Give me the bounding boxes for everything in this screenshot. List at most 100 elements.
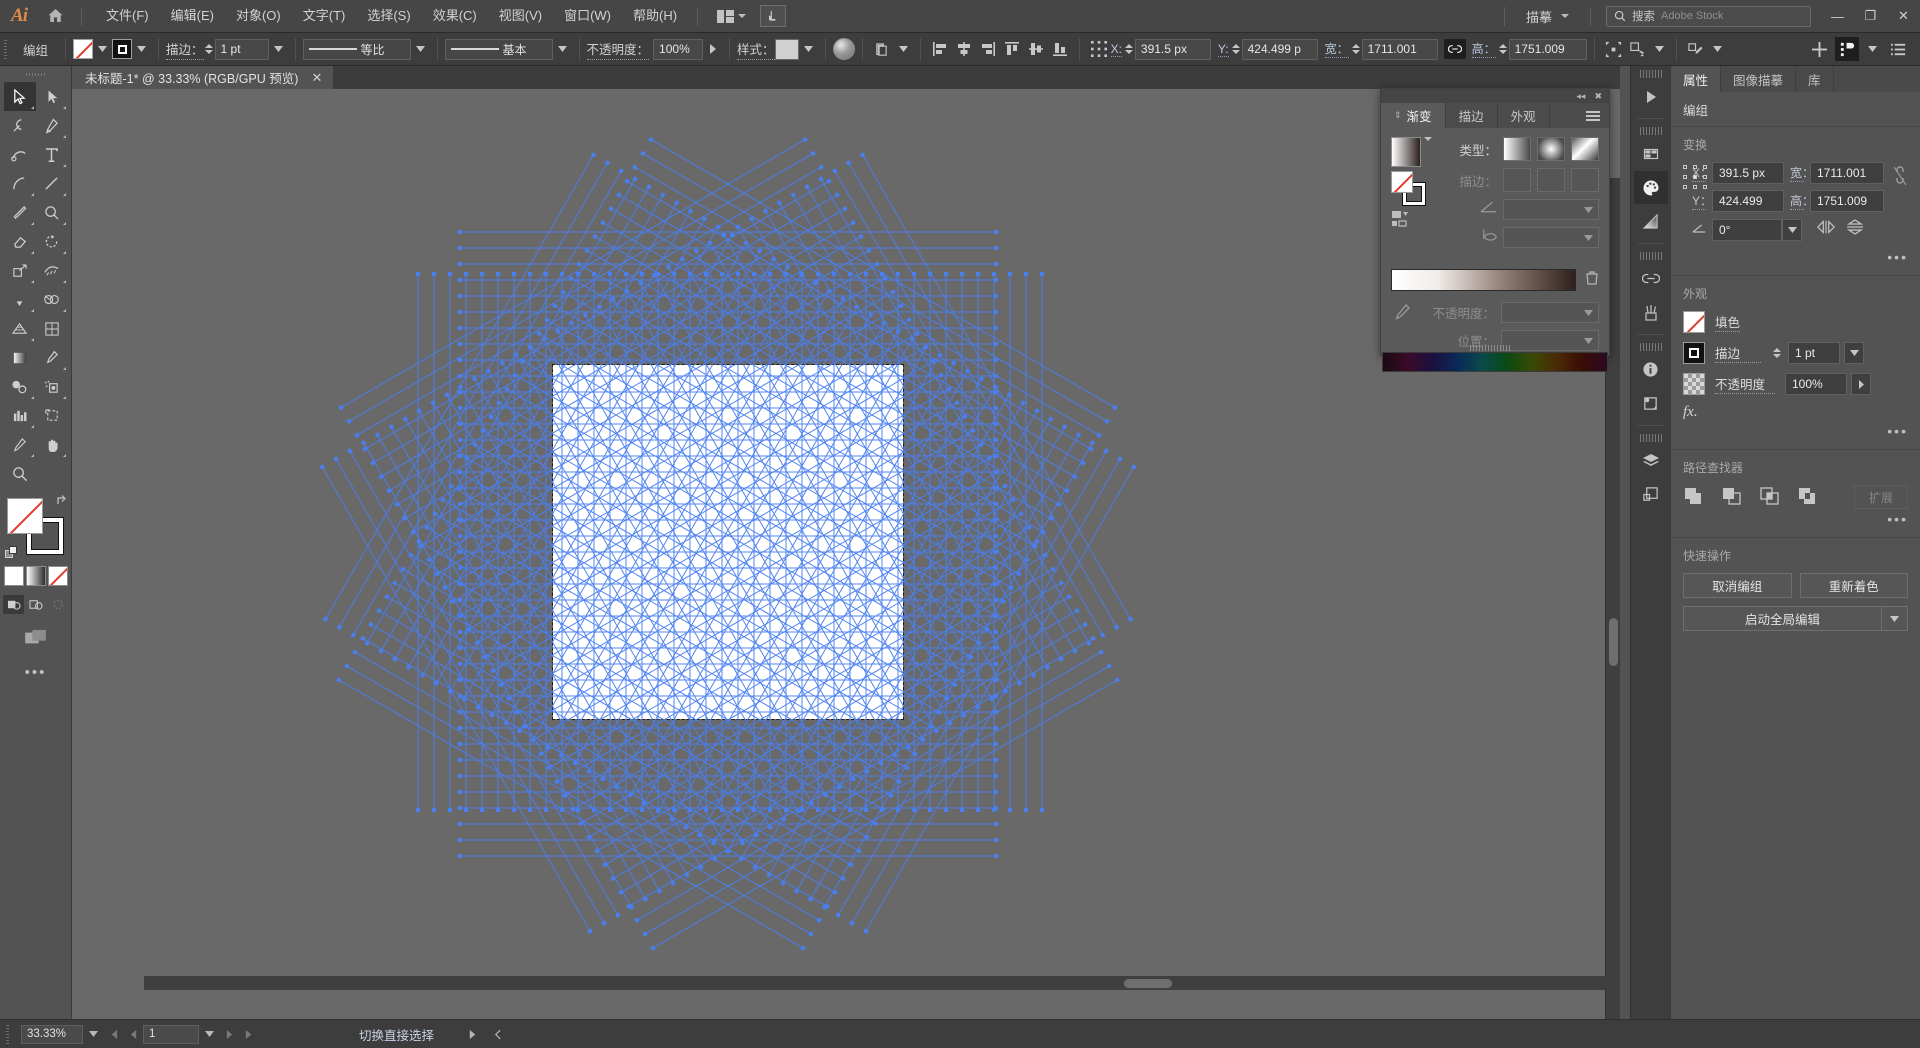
tool-zoom[interactable] — [4, 459, 36, 488]
pathfinder-intersect-icon[interactable] — [1759, 486, 1781, 508]
tool-type[interactable] — [36, 140, 68, 169]
gradient-angle-field[interactable] — [1503, 199, 1599, 220]
menu-edit[interactable]: 编辑(E) — [160, 4, 225, 28]
menu-select[interactable]: 选择(S) — [356, 4, 421, 28]
align-bottom-icon[interactable] — [1048, 37, 1072, 61]
gradient-panel-titlebar[interactable]: ◂◂ ✖ — [1381, 89, 1609, 103]
rail-grip-1[interactable] — [1639, 70, 1662, 78]
graphic-style-swatch[interactable] — [774, 38, 799, 60]
tool-eraser[interactable] — [4, 227, 36, 256]
previous-artboard-icon[interactable] — [123, 1024, 143, 1044]
tool-direct-selection[interactable] — [36, 82, 68, 111]
horizontal-scroll-thumb[interactable] — [1124, 979, 1172, 988]
tab-gradient[interactable]: ⇕ 渐变 — [1381, 103, 1446, 128]
tab-appearance[interactable]: 外观 — [1498, 103, 1550, 128]
appearance-stroke-weight-field[interactable]: 1 pt — [1788, 342, 1840, 364]
style-label[interactable]: 样式： — [737, 39, 775, 60]
menu-type[interactable]: 文字(T) — [292, 4, 357, 28]
rail-grip-2[interactable] — [1639, 127, 1662, 135]
tool-gradient[interactable] — [4, 343, 36, 372]
color-strip-grip[interactable] — [1470, 345, 1510, 351]
minimize-button[interactable]: — — [1821, 0, 1854, 33]
y-field[interactable]: 424.499 p — [1241, 38, 1318, 60]
align-center-horizontal-icon[interactable] — [952, 37, 976, 61]
tab-stroke[interactable]: 描边 — [1446, 103, 1498, 128]
start-global-edit-button[interactable]: 启动全局编辑 — [1683, 606, 1882, 631]
pathfinder-minus-front-icon[interactable] — [1721, 486, 1743, 508]
appearance-stroke-stepper[interactable] — [1771, 343, 1782, 363]
gradient-preview-swatch[interactable] — [1391, 137, 1421, 167]
transform-w-field[interactable]: 1711.001 — [1810, 162, 1884, 184]
document-tab[interactable]: 未标题-1* @ 33.33% (RGB/GPU 预览) ✕ — [72, 66, 335, 89]
opacity-label[interactable]: 不透明度： — [586, 39, 650, 60]
screen-mode-icon[interactable] — [21, 626, 51, 650]
toolbar-grip[interactable] — [24, 70, 47, 79]
status-bar-grip[interactable] — [6, 1023, 15, 1045]
zoom-level-field[interactable]: 33.33% — [21, 1024, 83, 1044]
ungroup-button[interactable]: 取消编组 — [1683, 573, 1792, 598]
fill-dropdown-icon[interactable] — [93, 39, 112, 59]
reverse-gradient-icon[interactable] — [1391, 210, 1437, 235]
tool-rotate[interactable] — [36, 227, 68, 256]
angle-dropdown-icon[interactable] — [1782, 218, 1802, 241]
variable-width-profile[interactable]: 等比 — [302, 38, 411, 60]
first-artboard-icon[interactable] — [103, 1024, 123, 1044]
transform-y-field[interactable]: 424.499 — [1712, 190, 1784, 212]
status-play-icon[interactable] — [462, 1024, 482, 1044]
menu-effect[interactable]: 效果(C) — [422, 4, 488, 28]
tool-curvature[interactable] — [4, 140, 36, 169]
pathfinder-unite-icon[interactable] — [1683, 486, 1705, 508]
collapse-icon[interactable]: ◂◂ — [1576, 91, 1585, 102]
appearance-fill-label[interactable]: 填色 — [1715, 312, 1741, 332]
transform-handles-icon[interactable] — [1602, 37, 1626, 61]
swatches-panel-icon[interactable] — [1634, 137, 1668, 170]
brush-definition[interactable]: 基本 — [444, 38, 553, 60]
gradient-fill-box[interactable] — [1391, 171, 1413, 193]
stroke-weight-field[interactable]: 1 pt — [214, 38, 269, 60]
color-mode-none[interactable] — [47, 566, 68, 586]
transform-more-icon[interactable]: ••• — [1683, 249, 1908, 265]
select-similar-icon[interactable] — [870, 37, 894, 61]
arrange-documents-button[interactable] — [711, 7, 752, 26]
search-input[interactable]: 搜索 Adobe Stock — [1606, 5, 1811, 27]
draw-behind-icon[interactable] — [25, 595, 46, 614]
shape-builder-dropdown-icon[interactable] — [1650, 39, 1669, 59]
rail-grip-5[interactable] — [1639, 434, 1662, 442]
stroke-color-swatch[interactable] — [112, 39, 133, 59]
document-setup-dropdown-icon[interactable] — [1863, 39, 1882, 59]
delete-stop-icon[interactable] — [1585, 270, 1599, 291]
default-fill-stroke-icon[interactable] — [4, 546, 19, 560]
width-profile-dropdown-icon[interactable] — [411, 39, 430, 59]
tool-selection[interactable] — [3, 82, 36, 111]
restore-button[interactable]: ❐ — [1854, 0, 1887, 33]
draw-normal-icon[interactable] — [3, 595, 24, 614]
vertical-scroll-thumb[interactable] — [1609, 618, 1618, 666]
layers-panel-icon[interactable] — [1634, 444, 1668, 477]
gradient-panel-icon[interactable] — [1634, 205, 1668, 238]
swap-fill-stroke-icon[interactable] — [55, 494, 69, 508]
style-dropdown-icon[interactable] — [799, 39, 818, 59]
shape-builder-icon[interactable] — [1626, 37, 1650, 61]
pathfinder-expand-button[interactable]: 扩展 — [1854, 485, 1908, 509]
constrain-proportions-icon[interactable] — [1892, 165, 1908, 192]
menu-help[interactable]: 帮助(H) — [622, 4, 688, 28]
tool-slice[interactable] — [4, 430, 36, 459]
gradient-fill-stroke-toggle[interactable] — [1391, 171, 1425, 205]
tool-column-graph[interactable] — [4, 401, 36, 430]
stroke-weight-label[interactable]: 描边： — [166, 39, 204, 60]
transform-panel-icon[interactable] — [1634, 387, 1668, 420]
tool-shaper[interactable] — [36, 198, 68, 227]
freeform-dropdown-icon[interactable] — [1708, 39, 1727, 59]
transform-h-field[interactable]: 1751.009 — [1810, 190, 1884, 212]
stroke-weight-stepper[interactable] — [204, 39, 215, 59]
appearance-fill-swatch[interactable] — [1683, 311, 1705, 333]
x-stepper[interactable] — [1124, 39, 1135, 59]
tool-blend[interactable] — [4, 372, 36, 401]
tool-symbol-sprayer[interactable] — [36, 372, 68, 401]
gradient-slider[interactable] — [1391, 269, 1576, 291]
fill-color-swatch[interactable] — [73, 39, 94, 59]
tool-artboard[interactable] — [36, 401, 68, 430]
fill-color-indicator[interactable] — [6, 498, 43, 534]
stroke-weight-dropdown-icon-props[interactable] — [1844, 342, 1864, 364]
menu-window[interactable]: 窗口(W) — [553, 4, 622, 28]
